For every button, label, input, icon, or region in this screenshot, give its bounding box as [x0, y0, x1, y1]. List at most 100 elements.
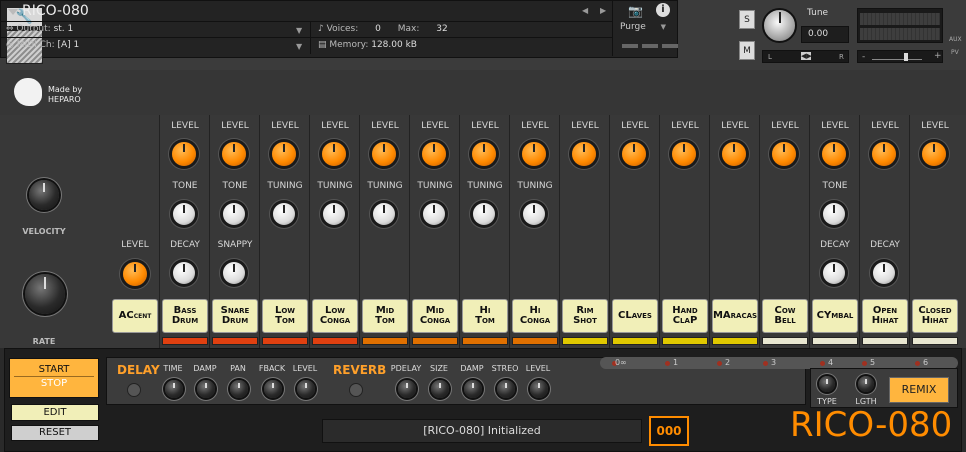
- output-dropdown-icon[interactable]: ▼: [296, 26, 302, 35]
- slot-indicator[interactable]: [862, 361, 867, 366]
- channel-pad[interactable]: CYMBAL: [812, 299, 858, 333]
- delay-knob[interactable]: [297, 380, 315, 398]
- output-field[interactable]: ⇔ Output: st. 1: [6, 22, 73, 37]
- volume-handle[interactable]: [904, 53, 908, 61]
- channel-level-knob[interactable]: [672, 142, 696, 166]
- squirrel-logo-icon: [14, 78, 42, 106]
- start-stop-button[interactable]: START STOP: [9, 358, 99, 398]
- channel-param2-knob[interactable]: [173, 203, 195, 225]
- mute-button[interactable]: M: [739, 41, 755, 60]
- channel-pad[interactable]: MID TOM: [362, 299, 408, 333]
- channel-pad[interactable]: HAND CLAP: [662, 299, 708, 333]
- prev-instrument-icon[interactable]: ◀: [582, 6, 588, 15]
- channel-level-knob[interactable]: [522, 142, 546, 166]
- accent-level-knob[interactable]: [123, 262, 147, 286]
- channel-pad[interactable]: LOW TOM: [262, 299, 308, 333]
- slot-indicator[interactable]: [665, 361, 670, 366]
- channel-level-knob[interactable]: [472, 142, 496, 166]
- channel-level-knob[interactable]: [772, 142, 796, 166]
- channel-level-knob[interactable]: [572, 142, 596, 166]
- remix-button[interactable]: REMIX: [889, 377, 949, 403]
- channel-level-knob[interactable]: [872, 142, 896, 166]
- slot-indicator[interactable]: [820, 361, 825, 366]
- delay-knob[interactable]: [264, 380, 282, 398]
- remix-length-knob[interactable]: [858, 376, 874, 392]
- aux-label[interactable]: AUX: [949, 36, 962, 43]
- memory-field: ▤ Memory: 128.00 kB: [318, 40, 417, 50]
- channel-param2-knob[interactable]: [373, 203, 395, 225]
- accent-pad[interactable]: ACCENT: [112, 299, 158, 333]
- midi-dropdown-icon[interactable]: ▼: [296, 42, 302, 51]
- channel-pad[interactable]: BASS DRUM: [162, 299, 208, 333]
- channel-param2-knob[interactable]: [323, 203, 345, 225]
- channel-param3-knob[interactable]: [823, 262, 845, 284]
- rate-knob[interactable]: [25, 274, 65, 314]
- instrument-name[interactable]: RICO-080: [22, 3, 89, 19]
- channel-level-knob[interactable]: [922, 142, 946, 166]
- channel-level-knob[interactable]: [622, 142, 646, 166]
- pv-label[interactable]: PV: [951, 49, 959, 56]
- reverb-knob[interactable]: [530, 380, 548, 398]
- pan-slider[interactable]: L ◀▶ R: [762, 50, 849, 63]
- volume-minus[interactable]: -: [862, 52, 865, 62]
- channel-level-knob[interactable]: [272, 142, 296, 166]
- channel-pad[interactable]: RIM SHOT: [562, 299, 608, 333]
- delay-toggle[interactable]: [127, 383, 141, 397]
- channel-param2-knob[interactable]: [473, 203, 495, 225]
- max-value[interactable]: 32: [436, 24, 447, 34]
- channel-param3-knob[interactable]: [873, 262, 895, 284]
- channel-param2-knob[interactable]: [823, 203, 845, 225]
- tune-value[interactable]: 0.00: [801, 26, 849, 43]
- channel-pad[interactable]: LOW CONGA: [312, 299, 358, 333]
- slot-indicator[interactable]: [717, 361, 722, 366]
- remix-type-knob[interactable]: [819, 376, 835, 392]
- channel-level-knob[interactable]: [422, 142, 446, 166]
- channel-level-knob[interactable]: [222, 142, 246, 166]
- reverb-knob[interactable]: [497, 380, 515, 398]
- reverb-toggle[interactable]: [349, 383, 363, 397]
- channel-level-knob[interactable]: [722, 142, 746, 166]
- channel-pad[interactable]: CLAVES: [612, 299, 658, 333]
- channel-pad[interactable]: OPEN HIHAT: [862, 299, 908, 333]
- channel-param3-knob[interactable]: [223, 262, 245, 284]
- delay-knob[interactable]: [165, 380, 183, 398]
- delay-knob[interactable]: [197, 380, 215, 398]
- channel-pad[interactable]: HI CONGA: [512, 299, 558, 333]
- channel-pad[interactable]: MARACAS: [712, 299, 758, 333]
- purge-menu[interactable]: Purge ▼: [620, 22, 666, 32]
- slot-indicator[interactable]: [915, 361, 920, 366]
- velocity-knob[interactable]: [29, 180, 59, 210]
- volume-plus[interactable]: +: [934, 51, 942, 61]
- channel-level-knob[interactable]: [822, 142, 846, 166]
- delay-knob[interactable]: [230, 380, 248, 398]
- channel-level-knob[interactable]: [172, 142, 196, 166]
- channel-pad-label: MID TOM: [375, 305, 395, 326]
- channel-pad[interactable]: COW BELL: [762, 299, 808, 333]
- channel-pad[interactable]: CLOSED HIHAT: [912, 299, 958, 333]
- channel-pad[interactable]: HI TOM: [462, 299, 508, 333]
- midi-channel-field[interactable]: ◎ MIDI Ch: [A] 1: [6, 38, 79, 53]
- reset-button[interactable]: RESET: [11, 425, 99, 441]
- channel-pad[interactable]: MID CONGA: [412, 299, 458, 333]
- channel-param2-knob[interactable]: [273, 203, 295, 225]
- pan-handle[interactable]: ◀▶: [801, 52, 812, 60]
- reverb-knob[interactable]: [464, 380, 482, 398]
- reverb-knob[interactable]: [431, 380, 449, 398]
- channel-param3-knob[interactable]: [173, 262, 195, 284]
- camera-icon[interactable]: 📷: [628, 4, 643, 18]
- info-icon[interactable]: i: [656, 3, 670, 17]
- channel-pad[interactable]: SNARE DRUM: [212, 299, 258, 333]
- slot-indicator[interactable]: [763, 361, 768, 366]
- solo-button[interactable]: S: [739, 10, 755, 29]
- edit-button[interactable]: EDIT: [11, 404, 99, 421]
- volume-slider[interactable]: - +: [857, 50, 943, 63]
- channel-param2-knob[interactable]: [423, 203, 445, 225]
- channel-param2-knob[interactable]: [523, 203, 545, 225]
- channel-level-knob[interactable]: [322, 142, 346, 166]
- next-instrument-icon[interactable]: ▶: [600, 6, 606, 15]
- tune-knob[interactable]: [762, 8, 797, 43]
- collapse-triangle-icon[interactable]: [8, 9, 18, 15]
- channel-param2-knob[interactable]: [223, 203, 245, 225]
- reverb-knob[interactable]: [398, 380, 416, 398]
- channel-level-knob[interactable]: [372, 142, 396, 166]
